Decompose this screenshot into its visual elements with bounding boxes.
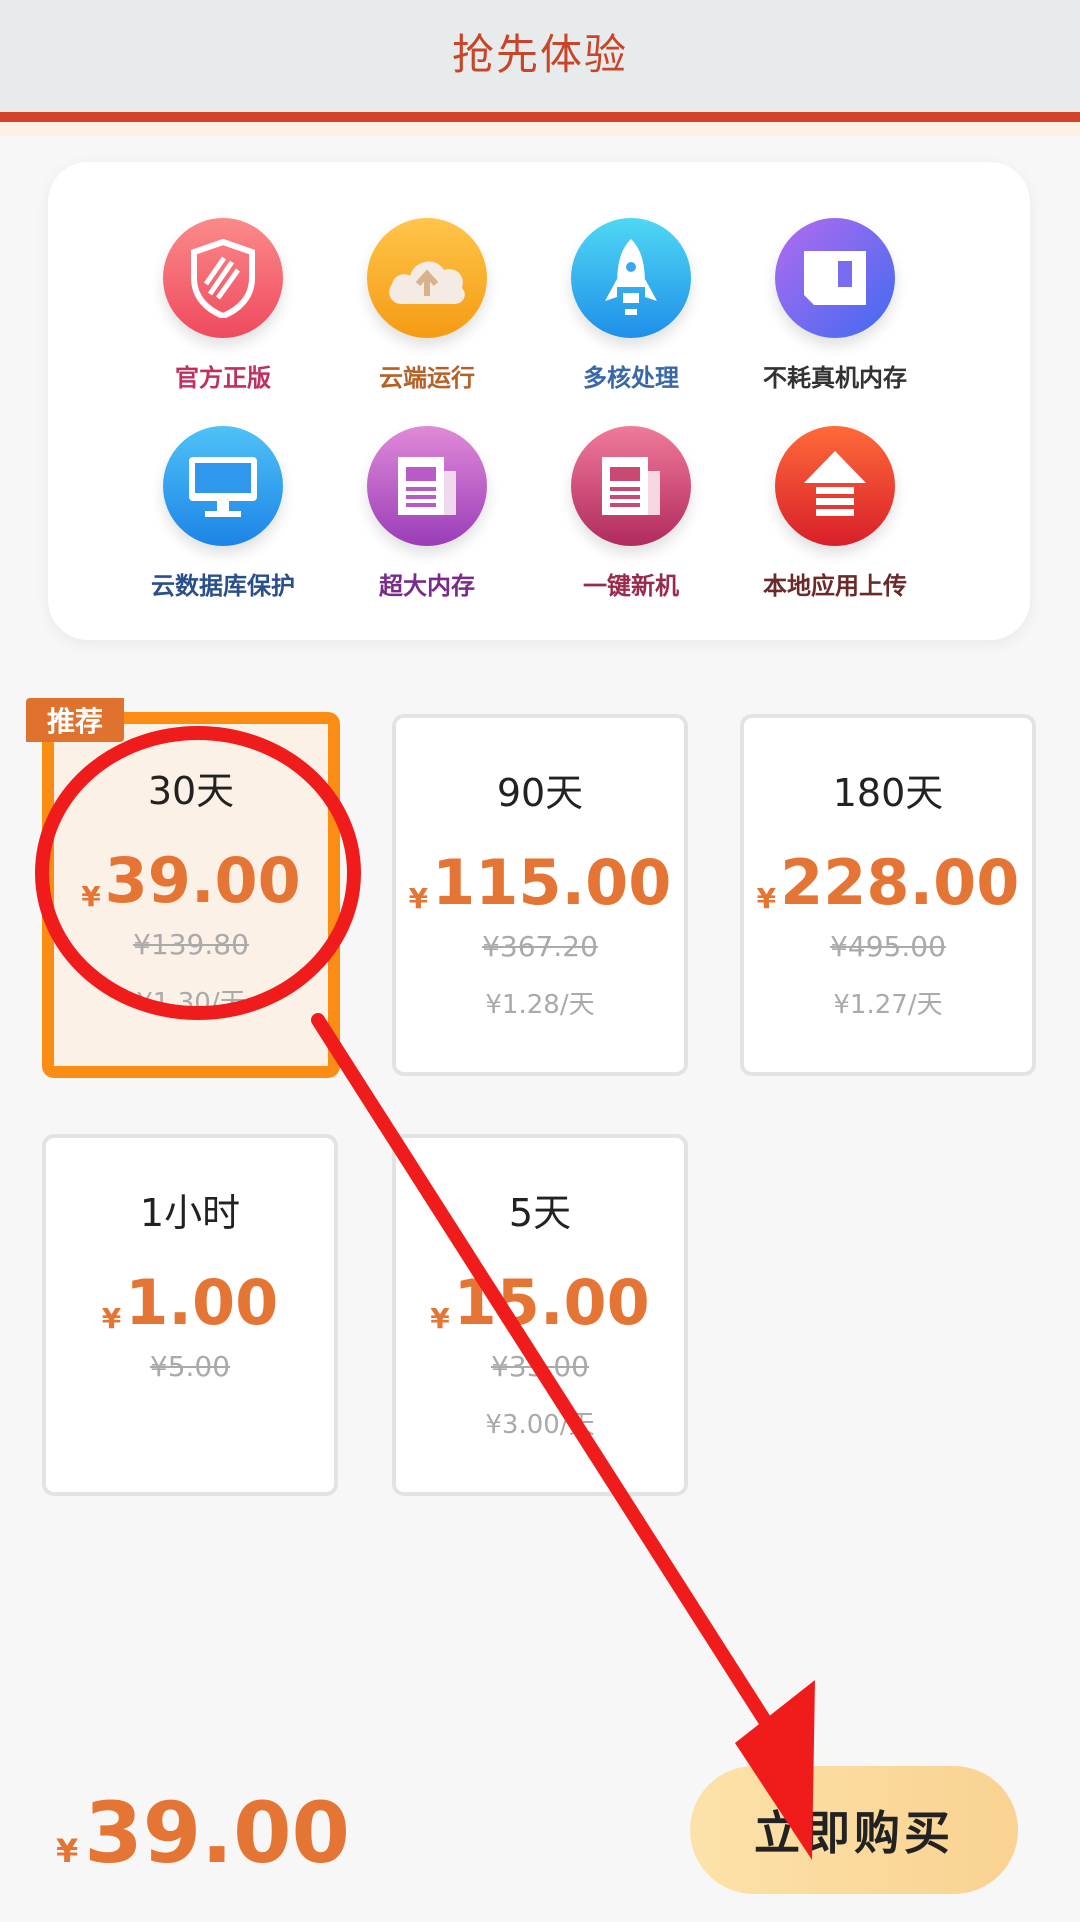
feature-label: 不耗真机内存 (763, 364, 907, 392)
plan-per-day: ¥1.27/天 (833, 990, 943, 1020)
feature-db-protect: 云数据库保护 (118, 426, 328, 616)
plan-duration: 1小时 (139, 1191, 241, 1235)
feature-label: 多核处理 (583, 364, 679, 392)
plan-price: ¥1.00 (101, 1266, 279, 1339)
feature-official: 官方正版 (118, 218, 328, 408)
feature-label: 云数据库保护 (151, 572, 295, 600)
rocket-icon (571, 218, 691, 338)
feature-label: 云端运行 (379, 364, 475, 392)
plan-price: ¥15.00 (430, 1266, 650, 1339)
plan-card-30d[interactable]: 30天 ¥39.00 ¥139.80 ¥1.30/天 (42, 712, 340, 1078)
feature-big-memory: 超大内存 (322, 426, 532, 616)
features-card: 官方正版 云端运行 多核处理 不耗真机内存 云数据库保护 超大内存 一键新机 本… (48, 162, 1030, 640)
plan-original-price: ¥139.80 (133, 928, 249, 961)
plan-card-180d[interactable]: 180天 ¥228.00 ¥495.00 ¥1.27/天 (740, 714, 1036, 1076)
plan-duration: 30天 (147, 769, 235, 813)
total-price: ¥39.00 (56, 1784, 350, 1882)
plan-original-price: ¥5.00 (149, 1350, 231, 1383)
plan-card-90d[interactable]: 90天 ¥115.00 ¥367.20 ¥1.28/天 (392, 714, 688, 1076)
plan-per-day: ¥1.28/天 (485, 990, 595, 1020)
plan-duration: 5天 (508, 1191, 572, 1235)
plan-original-price: ¥35.00 (491, 1350, 589, 1383)
feature-no-memory: 不耗真机内存 (730, 218, 940, 408)
plan-price: ¥115.00 (408, 846, 672, 919)
plan-duration: 180天 (832, 771, 944, 815)
feature-new-device: 一键新机 (526, 426, 736, 616)
plan-original-price: ¥495.00 (830, 930, 946, 963)
monitor-icon (163, 426, 283, 546)
plan-price: ¥39.00 (81, 844, 301, 917)
feature-cloud: 云端运行 (322, 218, 532, 408)
header-divider-light (0, 122, 1080, 136)
sd-card-icon (775, 218, 895, 338)
page-header: 抢先体验 (0, 0, 1080, 112)
feature-label: 一键新机 (583, 572, 679, 600)
plan-original-price: ¥367.20 (482, 930, 598, 963)
plan-per-day: ¥1.30/天 (136, 988, 246, 1018)
plan-per-day: ¥3.00/天 (485, 1410, 595, 1440)
recommended-badge: 推荐 (26, 698, 124, 742)
buy-now-button[interactable]: 立即购买 (690, 1766, 1018, 1894)
page-title: 抢先体验 (451, 29, 628, 79)
plan-price: ¥228.00 (756, 846, 1020, 919)
newspaper-icon (571, 426, 691, 546)
shield-icon (163, 218, 283, 338)
upload-arrow-icon (775, 426, 895, 546)
cloud-upload-icon (367, 218, 487, 338)
plan-duration: 90天 (496, 771, 584, 815)
feature-label: 官方正版 (175, 364, 271, 392)
feature-multicore: 多核处理 (526, 218, 736, 408)
feature-label: 本地应用上传 (763, 572, 907, 600)
plan-card-1h[interactable]: 1小时 ¥1.00 ¥5.00 (42, 1134, 338, 1496)
newspaper-icon (367, 426, 487, 546)
plan-card-5d[interactable]: 5天 ¥15.00 ¥35.00 ¥3.00/天 (392, 1134, 688, 1496)
feature-label: 超大内存 (379, 572, 475, 600)
header-divider (0, 112, 1080, 122)
feature-local-upload: 本地应用上传 (730, 426, 940, 616)
